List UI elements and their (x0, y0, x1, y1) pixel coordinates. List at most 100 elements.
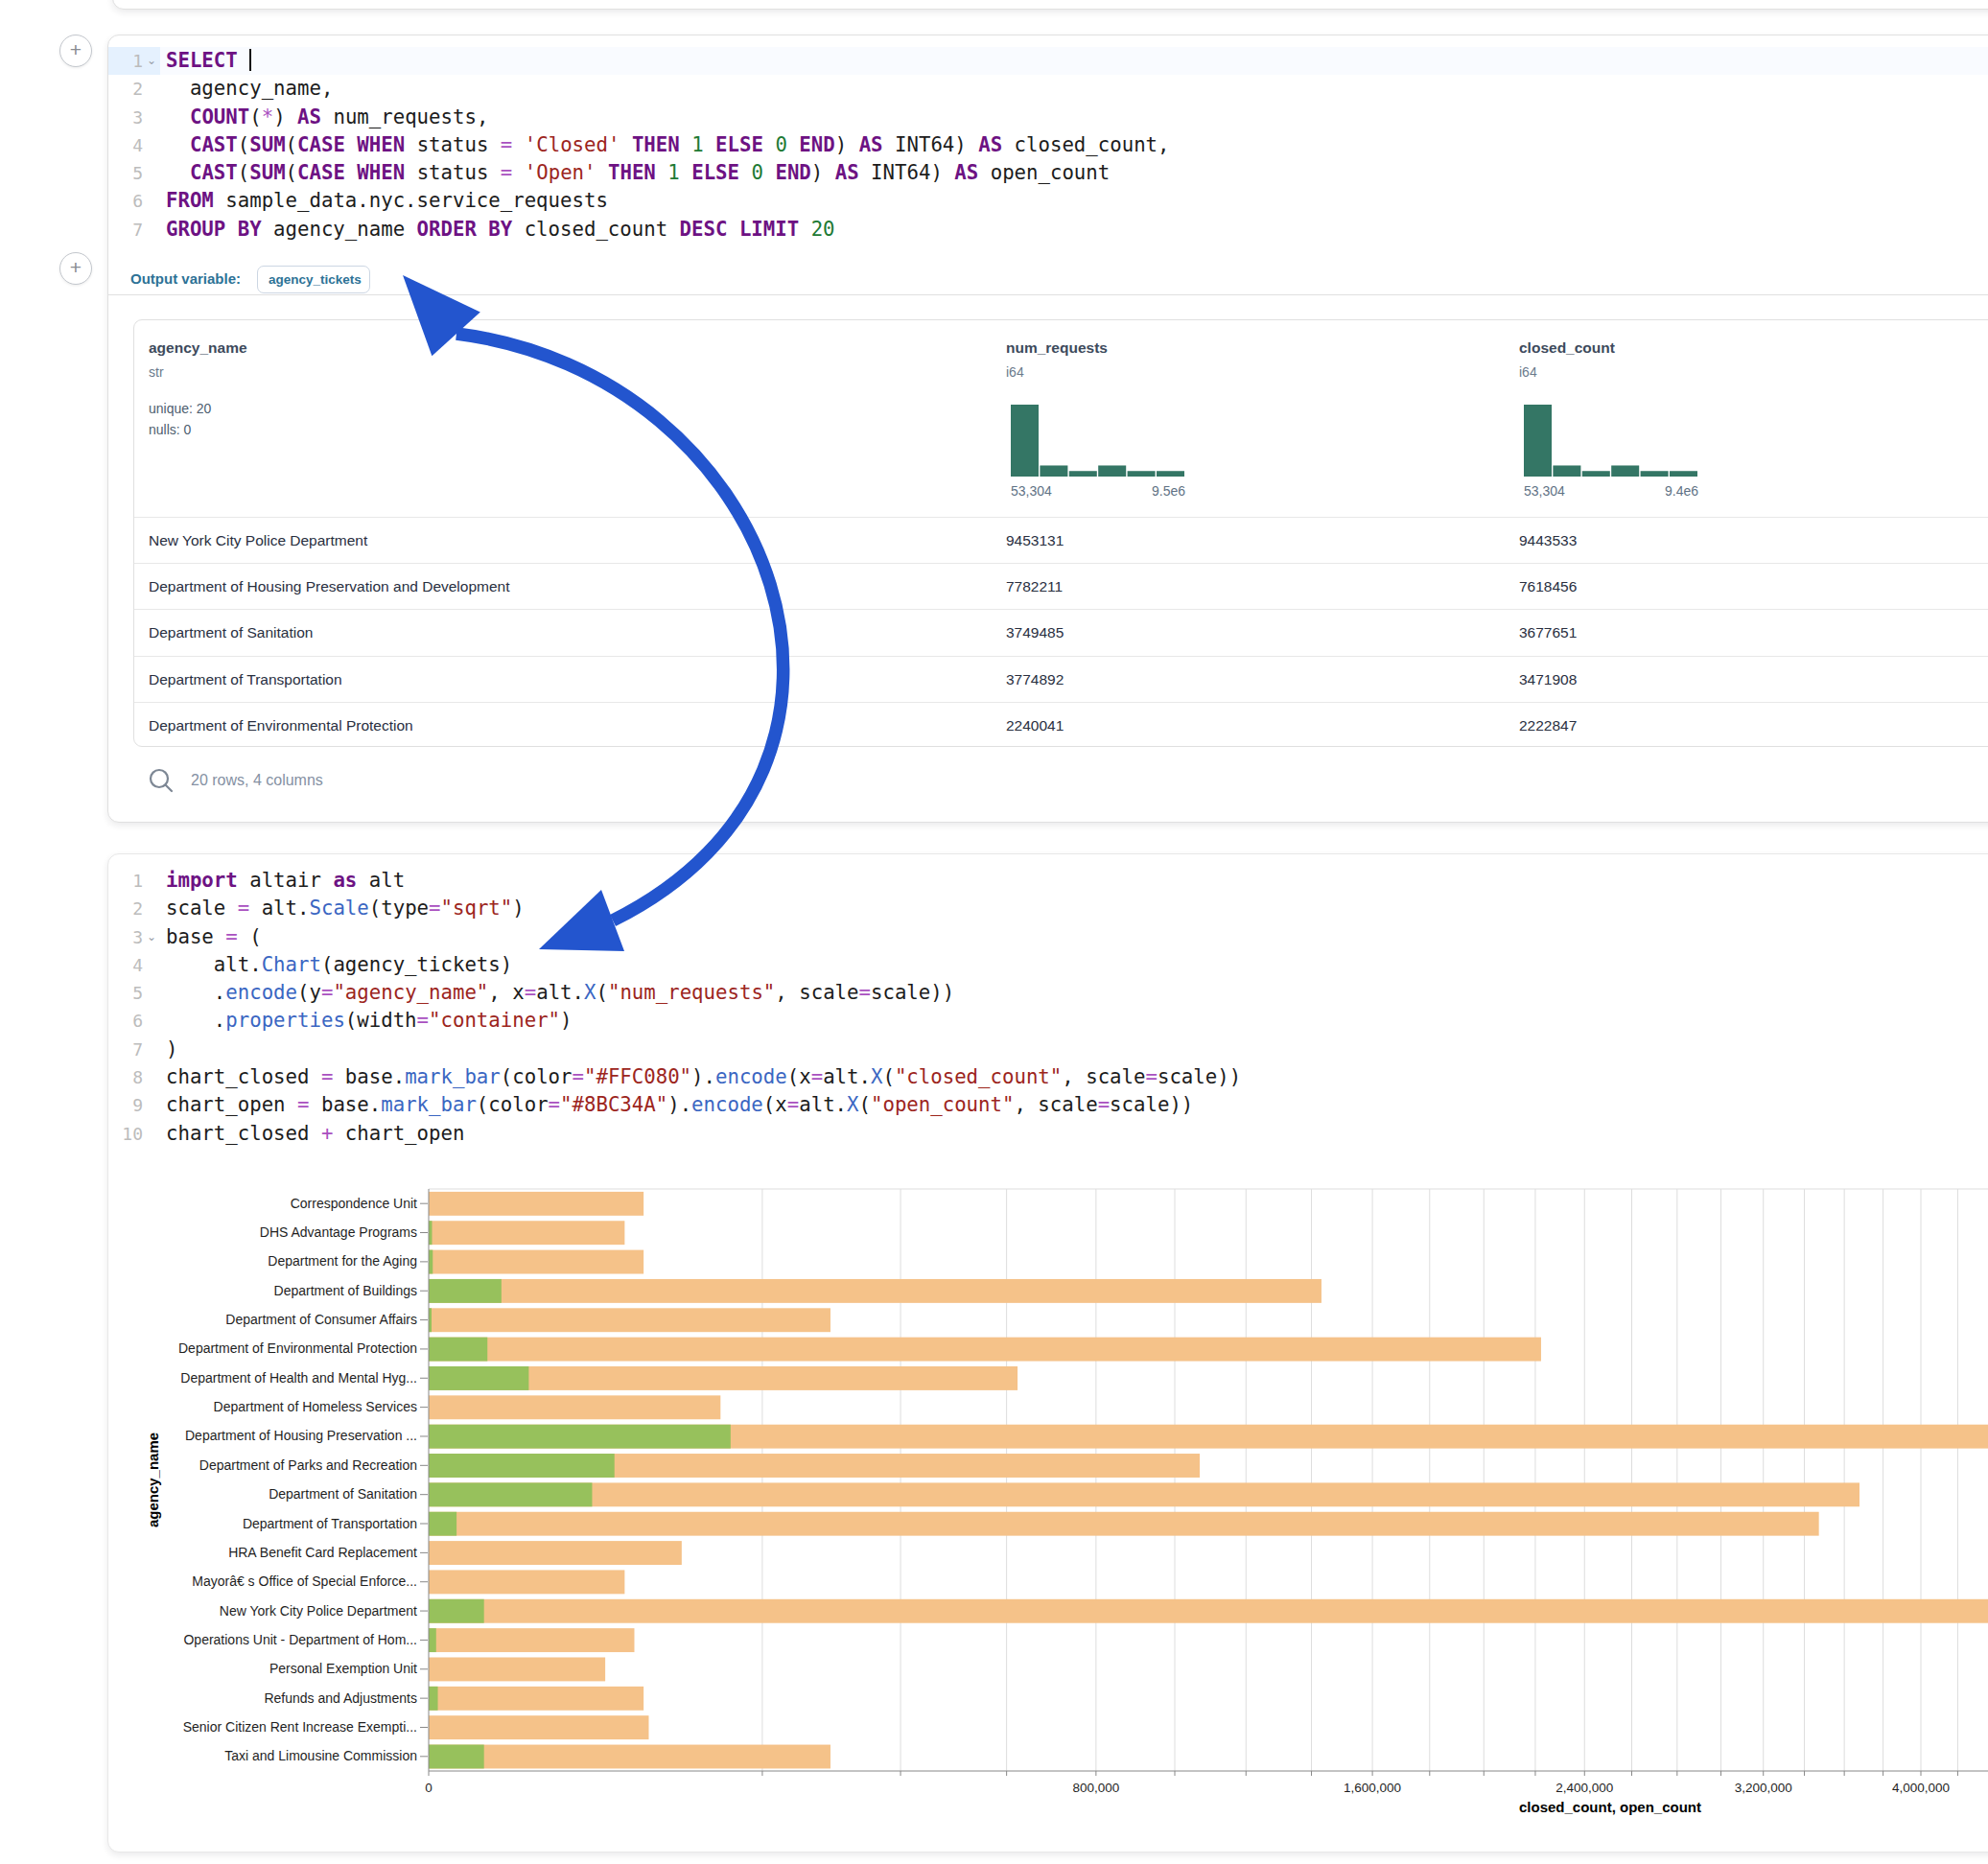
table-row[interactable]: Department of Environmental Protection22… (134, 702, 1988, 748)
svg-text:4,000,000: 4,000,000 (1892, 1781, 1950, 1795)
code-text: import altair as alt (160, 867, 1988, 895)
table-cell: 3749485 (1006, 610, 1064, 655)
bar-closed (429, 1745, 830, 1769)
svg-text:Refunds and Adjustments: Refunds and Adjustments (264, 1690, 417, 1706)
code-line-9[interactable]: 9chart_open = base.mark_bar(color="#8BC3… (108, 1091, 1988, 1119)
fold-spacer (143, 979, 160, 1007)
fold-spacer (143, 159, 160, 187)
histogram-range-labels: 53,3049.5e6 (1011, 483, 1185, 499)
sql-code-editor[interactable]: 1⌄SELECT 2 agency_name,3 COUNT(*) AS num… (108, 47, 1988, 244)
code-text: SELECT (160, 47, 1988, 75)
code-text: agency_name, (160, 75, 1988, 103)
table-cell: 3774892 (1006, 657, 1064, 702)
gutter: 1 (108, 867, 160, 895)
output-variable-badge[interactable]: agency_tickets (257, 266, 370, 293)
add-cell-button-top[interactable]: + (59, 35, 92, 67)
bar-open (429, 1279, 502, 1303)
gutter: 4 (108, 951, 160, 979)
gutter: 2 (108, 895, 160, 922)
code-text: alt.Chart(agency_tickets) (160, 951, 1988, 979)
code-line-1[interactable]: 1 import altair as alt (108, 867, 1988, 895)
svg-text:Department of Homeless Service: Department of Homeless Services (214, 1399, 417, 1414)
code-line-3[interactable]: 3⌄base = ( (108, 923, 1988, 951)
svg-text:0: 0 (425, 1781, 433, 1795)
table-cell: 3677651 (1519, 610, 1577, 655)
code-line-8[interactable]: 8chart_closed = base.mark_bar(color="#FF… (108, 1063, 1988, 1091)
table-row[interactable]: Department of Sanitation37494853677651 (134, 609, 1988, 655)
code-line-6[interactable]: 6 .properties(width="container") (108, 1007, 1988, 1035)
gutter: 7 (108, 1036, 160, 1063)
bar-open (429, 1454, 615, 1478)
gutter: 3 (108, 104, 160, 131)
fold-spacer (143, 1036, 160, 1063)
code-line-6[interactable]: 6FROM sample_data.nyc.service_requests (108, 187, 1988, 215)
bar-closed (429, 1687, 643, 1711)
table-footer: 20 rows, 4 columns (108, 760, 1988, 803)
bar-open (429, 1745, 484, 1769)
line-number: 4 (108, 131, 143, 159)
code-line-7[interactable]: 7) (108, 1036, 1988, 1063)
table-row[interactable]: Department of Transportation377489234719… (134, 656, 1988, 702)
bar-closed (429, 1628, 634, 1652)
fold-spacer (143, 951, 160, 979)
hist-min-label: 53,304 (1011, 483, 1052, 499)
code-line-5[interactable]: 5 CAST(SUM(CASE WHEN status = 'Open' THE… (108, 159, 1988, 187)
output-variable-label: Output variable: (130, 266, 241, 292)
code-line-7[interactable]: 7GROUP BY agency_name ORDER BY closed_co… (108, 216, 1988, 244)
bar-closed (429, 1715, 648, 1739)
bar-closed (429, 1395, 720, 1419)
svg-text:Correspondence Unit: Correspondence Unit (291, 1196, 417, 1211)
search-icon[interactable] (145, 765, 177, 798)
code-line-1[interactable]: 1⌄SELECT (108, 47, 1988, 75)
bar-open (429, 1482, 592, 1506)
code-line-4[interactable]: 4 alt.Chart(agency_tickets) (108, 951, 1988, 979)
svg-text:New York City Police Departmen: New York City Police Department (220, 1603, 417, 1619)
altair-bar-chart: Correspondence UnitDHS Advantage Program… (116, 1171, 1988, 1847)
bar-open (429, 1628, 436, 1652)
line-number: 1 (108, 867, 143, 895)
gutter: 4 (108, 131, 160, 159)
svg-text:Mayorâ€ s Office of Special En: Mayorâ€ s Office of Special Enforce... (192, 1573, 417, 1589)
fold-spacer (143, 131, 160, 159)
code-line-2[interactable]: 2scale = alt.Scale(type="sqrt") (108, 895, 1988, 922)
line-number: 6 (108, 1007, 143, 1035)
code-text: chart_closed = base.mark_bar(color="#FFC… (160, 1063, 1988, 1091)
code-line-5[interactable]: 5 .encode(y="agency_name", x=alt.X("num_… (108, 979, 1988, 1007)
svg-text:Department of Health and Menta: Department of Health and Mental Hyg... (180, 1370, 417, 1386)
svg-text:2,400,000: 2,400,000 (1555, 1781, 1613, 1795)
code-line-2[interactable]: 2 agency_name, (108, 75, 1988, 103)
line-number: 10 (108, 1120, 143, 1148)
code-text: .properties(width="container") (160, 1007, 1988, 1035)
code-line-10[interactable]: 10chart_closed + chart_open (108, 1120, 1988, 1148)
table-cell: Department of Environmental Protection (149, 703, 413, 748)
bar-open (429, 1366, 528, 1390)
code-line-3[interactable]: 3 COUNT(*) AS num_requests, (108, 104, 1988, 131)
line-number: 7 (108, 216, 143, 244)
svg-text:agency_name: agency_name (145, 1433, 161, 1527)
svg-text:Department of Transportation: Department of Transportation (243, 1516, 417, 1531)
code-text: FROM sample_data.nyc.service_requests (160, 187, 1988, 215)
table-cell: Department of Housing Preservation and D… (149, 564, 510, 609)
add-cell-button-output[interactable]: + (59, 252, 92, 285)
column-type: i64 (1519, 364, 1537, 380)
bar-open (429, 1338, 487, 1362)
svg-text:Operations Unit - Department o: Operations Unit - Department of Hom... (183, 1632, 417, 1647)
gutter: 5 (108, 159, 160, 187)
column-stat: nulls: 0 (149, 422, 191, 437)
fold-chevron-icon[interactable]: ⌄ (143, 47, 160, 75)
table-row[interactable]: New York City Police Department945313194… (134, 517, 1988, 563)
code-text: .encode(y="agency_name", x=alt.X("num_re… (160, 979, 1988, 1007)
gutter: 5 (108, 979, 160, 1007)
python-code-editor[interactable]: 1 import altair as alt2scale = alt.Scale(… (108, 867, 1988, 1148)
svg-text:closed_count, open_count: closed_count, open_count (1519, 1799, 1701, 1815)
fold-spacer (143, 1091, 160, 1119)
code-line-4[interactable]: 4 CAST(SUM(CASE WHEN status = 'Closed' T… (108, 131, 1988, 159)
gutter: 10 (108, 1120, 160, 1148)
line-number: 5 (108, 159, 143, 187)
table-cell: 9443533 (1519, 518, 1577, 563)
column-type: i64 (1006, 364, 1024, 380)
fold-chevron-icon[interactable]: ⌄ (143, 923, 160, 951)
table-row[interactable]: Department of Housing Preservation and D… (134, 563, 1988, 609)
bar-closed (429, 1658, 605, 1682)
table-cell: 7618456 (1519, 564, 1577, 609)
